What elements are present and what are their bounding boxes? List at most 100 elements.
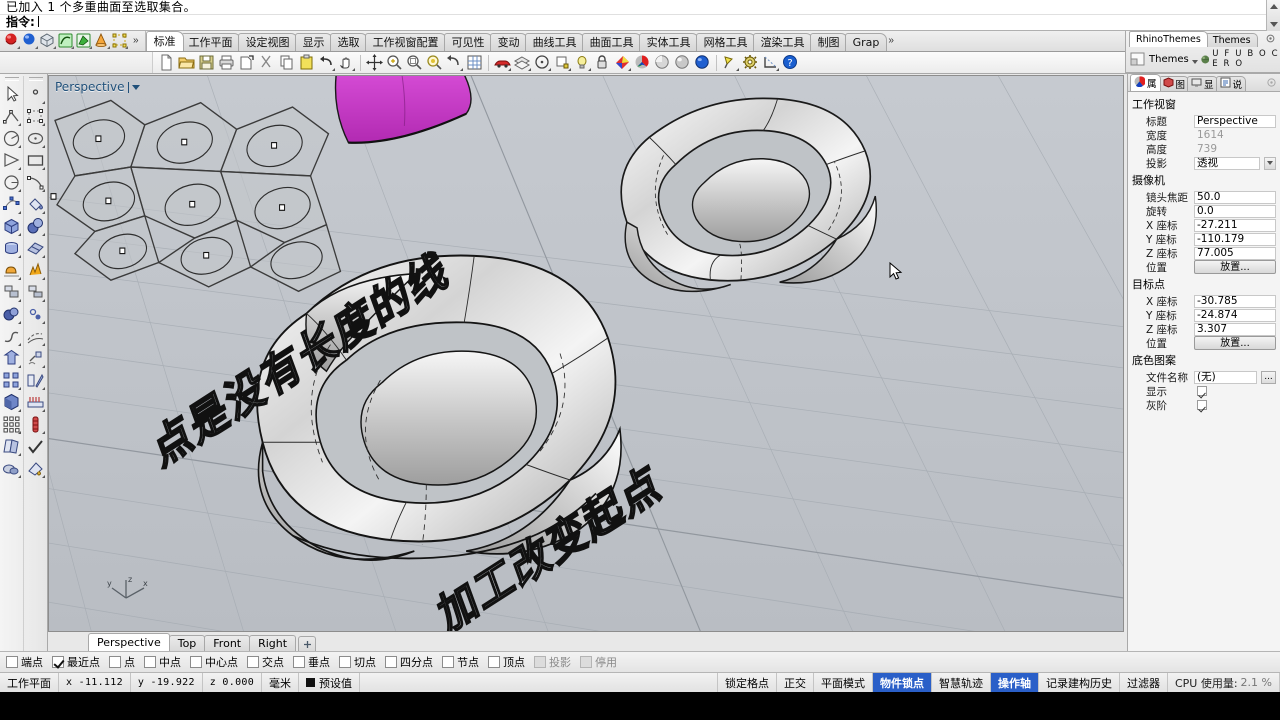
flyout-corner-icon[interactable] [71, 46, 74, 49]
scroll-down-icon[interactable] [1270, 22, 1278, 27]
flyout-corner-icon[interactable] [42, 101, 46, 104]
explode-icon[interactable] [25, 260, 46, 281]
orange-cone-icon[interactable] [93, 32, 110, 49]
flyout-corner-icon[interactable] [18, 255, 22, 258]
osnap-item-7[interactable]: 切点 [339, 654, 376, 670]
properties-tab-1[interactable]: 图 [1158, 76, 1190, 91]
flyout-corner-icon[interactable] [548, 68, 551, 71]
fillet-edge-icon[interactable] [1, 282, 22, 303]
osnap-item-10[interactable]: 顶点 [488, 654, 525, 670]
flyout-corner-icon[interactable] [42, 211, 46, 214]
flyout-corner-icon[interactable] [42, 321, 46, 324]
property-value[interactable]: -110.179 [1194, 232, 1276, 246]
status-toggle-0[interactable]: 锁定格点 [718, 673, 777, 692]
red-sphere-icon[interactable] [3, 32, 20, 49]
flyout-corner-icon[interactable] [18, 277, 22, 280]
property-checkbox[interactable] [1197, 386, 1207, 396]
status-toggle-7[interactable]: 过滤器 [1120, 673, 1168, 692]
flyout-corner-icon[interactable] [352, 68, 355, 71]
property-value[interactable]: Perspective [1194, 114, 1276, 128]
property-checkbox[interactable] [1197, 400, 1207, 410]
property-place-button[interactable]: 放置... [1194, 336, 1276, 350]
toolbar-tab-2[interactable]: 设定视图 [237, 33, 298, 51]
color-wheel-icon[interactable] [633, 53, 652, 72]
flyout-corner-icon[interactable] [42, 255, 46, 258]
lock-icon[interactable] [593, 53, 612, 72]
circle-icon[interactable] [533, 53, 552, 72]
scroll-up-icon[interactable] [1270, 4, 1278, 9]
flyout-corner-icon[interactable] [42, 189, 46, 192]
texture-icon[interactable] [25, 392, 46, 413]
flyout-corner-icon[interactable] [42, 145, 46, 148]
toolbar-tab-11[interactable]: 网格工具 [695, 33, 756, 51]
array-icon[interactable] [1, 370, 22, 391]
flyout-corner-icon[interactable] [42, 475, 46, 478]
box-edit-icon[interactable] [25, 370, 46, 391]
flyout-corner-icon[interactable] [35, 46, 38, 49]
box-icon[interactable] [1, 216, 22, 237]
polyline-icon[interactable] [1, 106, 22, 127]
control-points-icon[interactable] [1, 194, 22, 215]
boolean-union-icon[interactable] [1, 260, 22, 281]
quick-toolbar-more[interactable]: » [129, 35, 141, 46]
rendered-sphere-icon[interactable] [673, 53, 692, 72]
toolbar-tab-8[interactable]: 曲线工具 [524, 33, 585, 51]
save-icon[interactable] [197, 53, 216, 72]
render-drop-icon[interactable] [25, 458, 46, 479]
flyout-corner-icon[interactable] [42, 431, 46, 434]
flyout-corner-icon[interactable] [42, 343, 46, 346]
pan-hand-icon[interactable] [337, 53, 356, 72]
paste-icon[interactable] [297, 53, 316, 72]
new-file-icon[interactable] [157, 53, 176, 72]
hatch-icon[interactable] [25, 414, 46, 435]
check-icon[interactable] [25, 436, 46, 457]
shaded-sphere-icon[interactable] [653, 53, 672, 72]
curve-edit-icon[interactable] [25, 172, 46, 193]
layers-stack-icon[interactable] [1, 436, 22, 457]
property-value[interactable]: 77.005 [1194, 246, 1276, 260]
osnap-checkbox[interactable] [144, 656, 156, 668]
blue-sphere-icon[interactable] [21, 32, 38, 49]
toolbar-tab-7[interactable]: 变动 [489, 33, 528, 51]
car-render-icon[interactable] [493, 53, 512, 72]
flyout-corner-icon[interactable] [18, 475, 22, 478]
flyout-corner-icon[interactable] [18, 387, 22, 390]
flyout-corner-icon[interactable] [42, 123, 46, 126]
toolbar-tab-13[interactable]: 制图 [809, 33, 848, 51]
print-icon[interactable] [217, 53, 236, 72]
chevron-down-icon[interactable] [131, 84, 140, 90]
toolbar-tab-0[interactable]: 标准 [145, 31, 184, 51]
toolbar-overflow-icon[interactable]: » [884, 35, 896, 46]
toolbar-tab-1[interactable]: 工作平面 [180, 33, 241, 51]
osnap-item-12[interactable]: 停用 [580, 654, 617, 670]
measure-icon[interactable] [761, 53, 780, 72]
osnap-item-4[interactable]: 中心点 [190, 654, 238, 670]
properties-tab-2[interactable]: 显 [1187, 76, 1218, 91]
toolbar-tab-3[interactable]: 显示 [294, 33, 333, 51]
chevron-down-icon[interactable] [1264, 156, 1276, 170]
toolbar-tab-14[interactable]: Grap [844, 33, 888, 51]
flyout-corner-icon[interactable] [18, 167, 22, 170]
shade-icon[interactable] [1, 458, 22, 479]
open-folder-icon[interactable] [177, 53, 196, 72]
osnap-checkbox[interactable] [6, 656, 18, 668]
paint-bucket-icon[interactable] [25, 194, 46, 215]
viewport-tab-right[interactable]: Right [249, 635, 297, 651]
flyout-corner-icon[interactable] [42, 365, 46, 368]
property-value[interactable]: 0.0 [1194, 204, 1276, 218]
flyout-corner-icon[interactable] [628, 68, 631, 71]
flyout-corner-icon[interactable] [776, 68, 779, 71]
browse-file-button[interactable]: ... [1261, 370, 1276, 384]
zoom-extents-icon[interactable] [425, 53, 444, 72]
rotate-icon[interactable] [25, 348, 46, 369]
properties-tab-3[interactable]: 说 [1215, 76, 1247, 91]
osnap-item-6[interactable]: 垂点 [293, 654, 330, 670]
toolbar-grip[interactable] [28, 77, 43, 81]
cylinder-icon[interactable] [1, 238, 22, 259]
property-value[interactable]: 透视 [1194, 156, 1260, 170]
flyout-corner-icon[interactable] [528, 68, 531, 71]
flyout-corner-icon[interactable] [18, 211, 22, 214]
zoom-window-icon[interactable] [405, 53, 424, 72]
status-toggle-2[interactable]: 平面模式 [814, 673, 873, 692]
flyout-corner-icon[interactable] [18, 145, 22, 148]
